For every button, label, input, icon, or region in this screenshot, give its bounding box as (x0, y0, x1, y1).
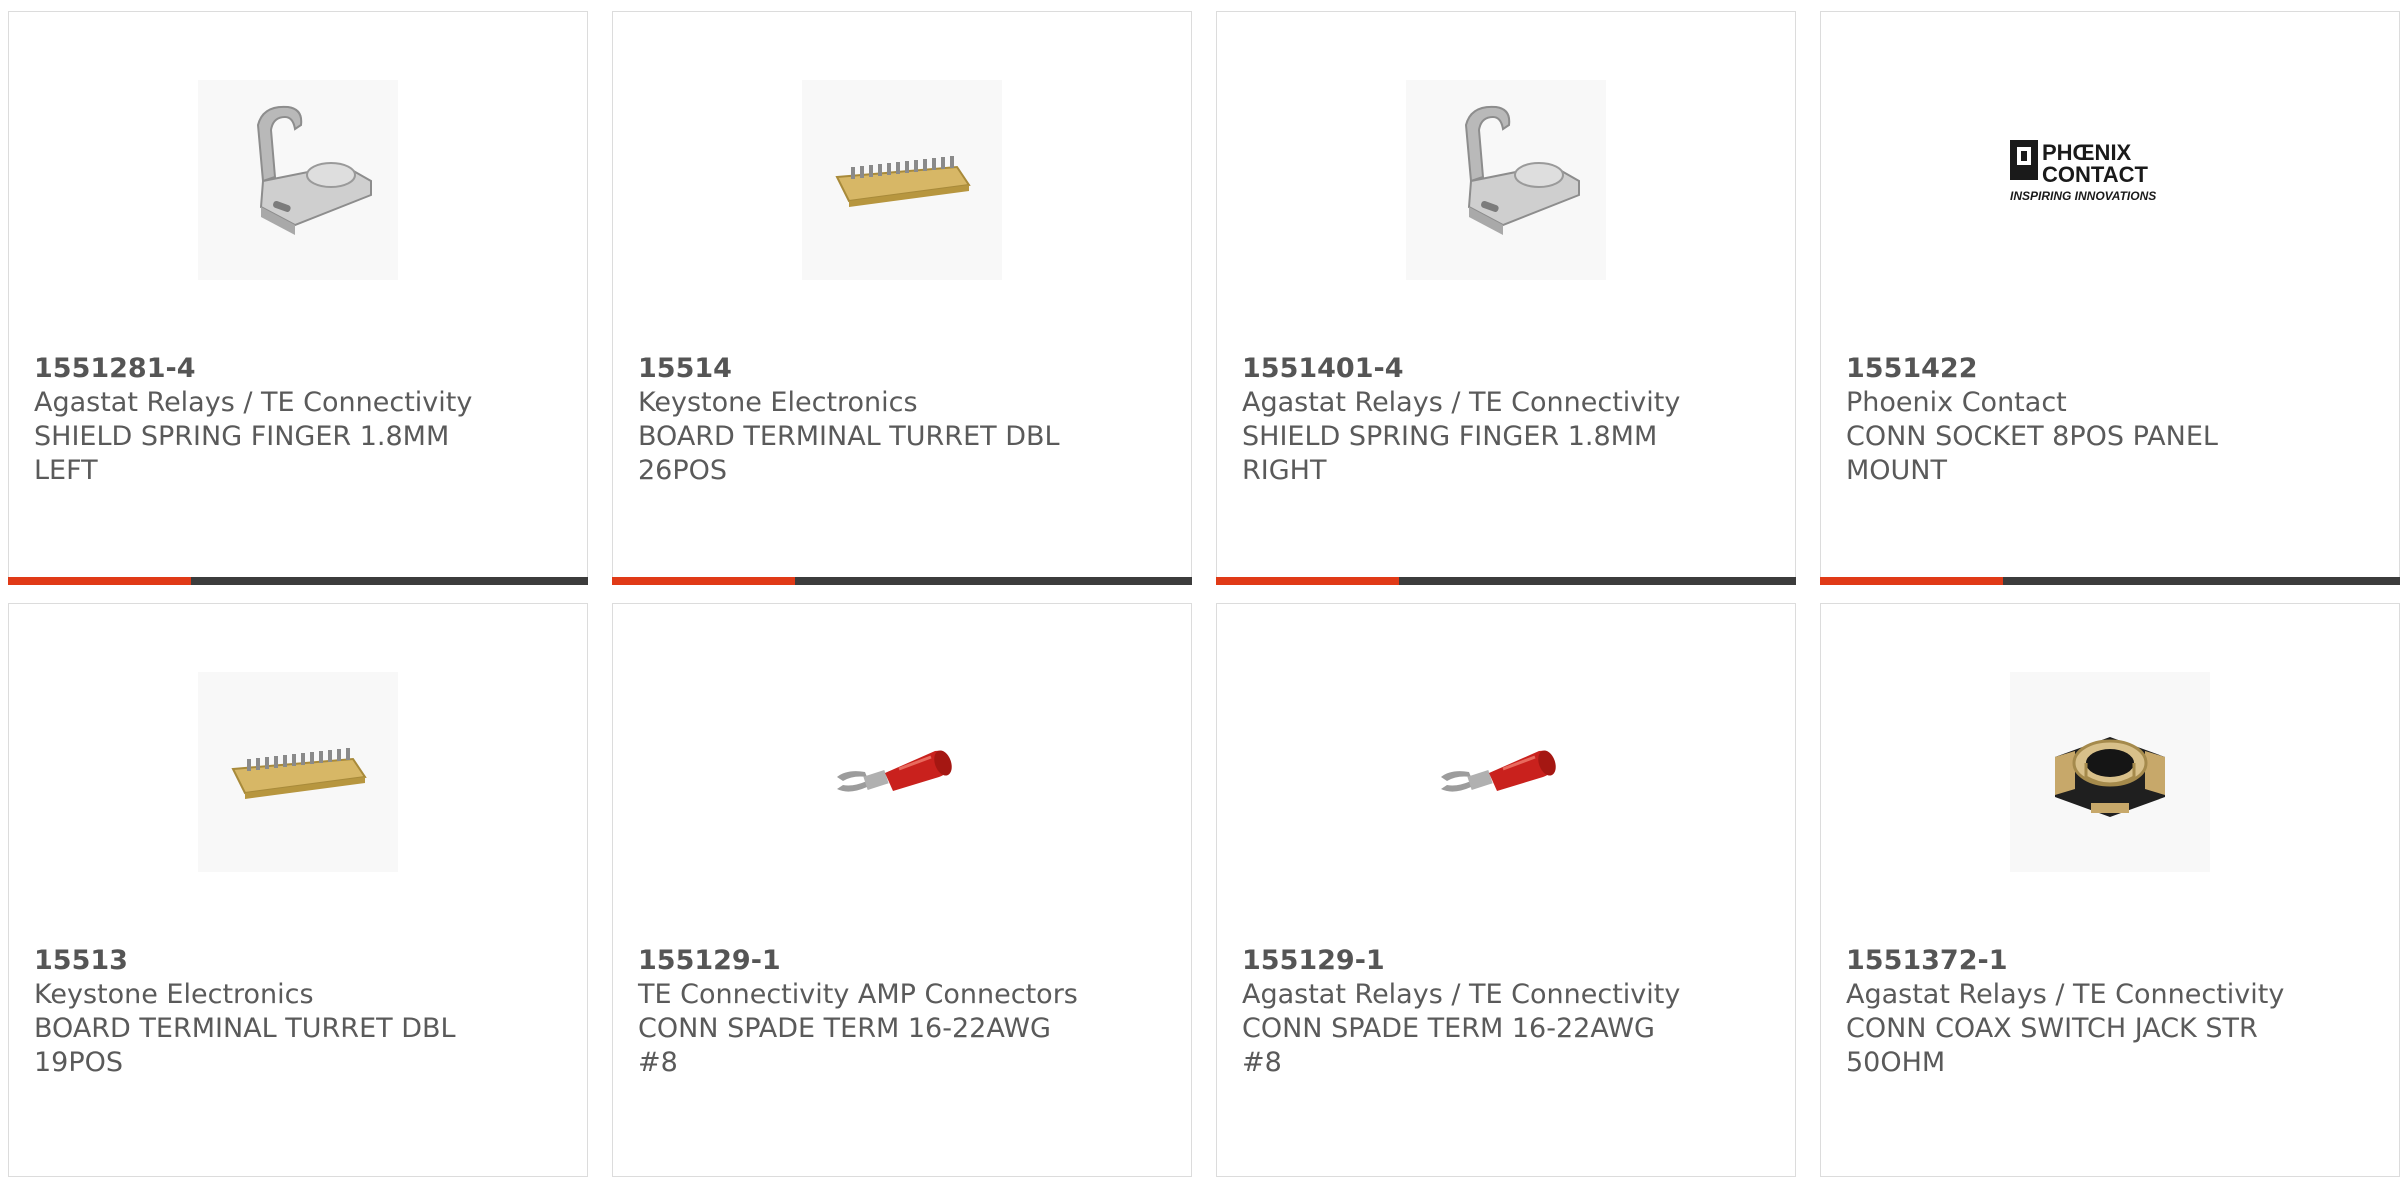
card-bottom-bar (1216, 577, 1796, 585)
manufacturer: Agastat Relays / TE Connectivity (1242, 387, 1681, 418)
manufacturer: Phoenix Contact (1846, 387, 2067, 418)
shield-spring-finger-icon (1464, 105, 1580, 235)
product-image[interactable] (802, 80, 1002, 280)
product-card[interactable]: 1551401-4 Agastat Relays / TE Connectivi… (1216, 11, 1796, 585)
product-card[interactable]: 155129-1 TE Connectivity AMP Connectors … (612, 603, 1192, 1177)
description: CONN SOCKET 8POS PANEL MOUNT (1846, 421, 2218, 486)
logo-line2: CONTACT (2042, 162, 2148, 187)
product-image[interactable] (198, 80, 398, 280)
product-card[interactable]: 15514 Keystone Electronics BOARD TERMINA… (612, 11, 1192, 585)
description: SHIELD SPRING FINGER 1.8MM RIGHT (1242, 421, 1658, 486)
product-info: 155129-1 TE Connectivity AMP Connectors … (638, 944, 1081, 1080)
turret-board-terminal-icon (835, 156, 971, 207)
description: SHIELD SPRING FINGER 1.8MM LEFT (34, 421, 450, 486)
manufacturer: TE Connectivity AMP Connectors (638, 979, 1078, 1010)
product-card[interactable]: 155129-1 Agastat Relays / TE Connectivit… (1216, 603, 1796, 1177)
description: CONN SPADE TERM 16-22AWG #8 (1242, 1013, 1655, 1078)
product-info: 1551422 Phoenix Contact CONN SOCKET 8POS… (1846, 352, 2289, 488)
manufacturer: Keystone Electronics (638, 387, 918, 418)
product-image[interactable] (1406, 672, 1606, 872)
shield-spring-finger-icon (256, 105, 372, 235)
product-info: 15514 Keystone Electronics BOARD TERMINA… (638, 352, 1081, 488)
card-bottom-bar (612, 577, 1192, 585)
phoenix-contact-logo: PHŒNIX CONTACT INSPIRING INNOVATIONS (2010, 140, 2156, 203)
description: CONN SPADE TERM 16-22AWG #8 (638, 1013, 1051, 1078)
product-card[interactable]: 1551281-4 Agastat Relays / TE Connectivi… (8, 11, 588, 585)
product-info: 15513 Keystone Electronics BOARD TERMINA… (34, 944, 477, 1080)
product-card[interactable]: 1551372-1 Agastat Relays / TE Connectivi… (1820, 603, 2400, 1177)
description: CONN COAX SWITCH JACK STR 50OHM (1846, 1013, 2258, 1078)
part-number[interactable]: 1551372-1 (1846, 944, 2289, 978)
product-card[interactable]: PHŒNIX CONTACT INSPIRING INNOVATIONS 155… (1820, 11, 2400, 585)
spade-terminal-icon (1441, 750, 1556, 792)
logo-tagline: INSPIRING INNOVATIONS (2010, 189, 2156, 203)
card-accent (1820, 577, 2003, 585)
spade-terminal-icon (837, 750, 952, 792)
card-accent (8, 577, 191, 585)
part-number[interactable]: 1551401-4 (1242, 352, 1685, 386)
product-card[interactable]: 15513 Keystone Electronics BOARD TERMINA… (8, 603, 588, 1177)
part-number[interactable]: 155129-1 (1242, 944, 1685, 978)
product-info: 1551372-1 Agastat Relays / TE Connectivi… (1846, 944, 2289, 1080)
part-number[interactable]: 15514 (638, 352, 1081, 386)
product-info: 155129-1 Agastat Relays / TE Connectivit… (1242, 944, 1685, 1080)
card-accent (1216, 577, 1399, 585)
part-number[interactable]: 1551281-4 (34, 352, 477, 386)
product-image[interactable] (2010, 672, 2210, 872)
product-info: 1551281-4 Agastat Relays / TE Connectivi… (34, 352, 477, 488)
part-number[interactable]: 15513 (34, 944, 477, 978)
product-grid: 1551281-4 Agastat Relays / TE Connectivi… (0, 0, 2403, 1177)
card-bottom-bar (1820, 577, 2400, 585)
part-number[interactable]: 1551422 (1846, 352, 2289, 386)
part-number[interactable]: 155129-1 (638, 944, 1081, 978)
card-bottom-bar (8, 577, 588, 585)
manufacturer: Agastat Relays / TE Connectivity (34, 387, 473, 418)
turret-board-terminal-icon (231, 748, 367, 799)
product-image[interactable]: PHŒNIX CONTACT INSPIRING INNOVATIONS (1990, 80, 2230, 280)
product-image[interactable] (1406, 80, 1606, 280)
coax-switch-jack-icon (2055, 737, 2165, 817)
description: BOARD TERMINAL TURRET DBL 26POS (638, 421, 1060, 486)
product-image[interactable] (802, 672, 1002, 872)
product-image[interactable] (198, 672, 398, 872)
card-accent (612, 577, 795, 585)
product-info: 1551401-4 Agastat Relays / TE Connectivi… (1242, 352, 1685, 488)
manufacturer: Keystone Electronics (34, 979, 314, 1010)
description: BOARD TERMINAL TURRET DBL 19POS (34, 1013, 456, 1078)
manufacturer: Agastat Relays / TE Connectivity (1242, 979, 1681, 1010)
manufacturer: Agastat Relays / TE Connectivity (1846, 979, 2285, 1010)
